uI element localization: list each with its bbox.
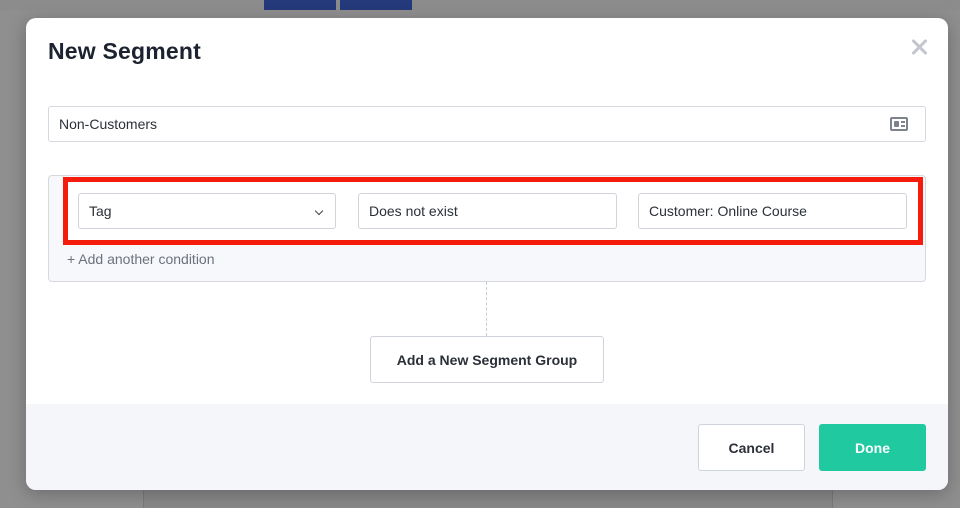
background-tab [264, 0, 336, 10]
modal-title: New Segment [48, 38, 202, 64]
condition-value-text: Customer: Online Course [649, 203, 807, 219]
background-tab [340, 0, 412, 10]
cancel-button[interactable]: Cancel [698, 424, 805, 471]
condition-field-select[interactable]: Tag [78, 193, 336, 229]
segment-name-field[interactable] [48, 106, 926, 142]
segment-group: Tag Does not exist Customer: Online Cour… [48, 175, 926, 282]
done-button[interactable]: Done [819, 424, 926, 471]
condition-operator-value: Does not exist [369, 203, 458, 219]
background-app-header [0, 0, 960, 10]
close-icon[interactable] [908, 36, 930, 58]
add-condition-link[interactable]: + Add another condition [67, 251, 215, 267]
new-segment-modal: New Segment Tag Does not exist Customer:… [26, 18, 948, 490]
condition-field-value: Tag [89, 203, 112, 219]
segment-name-input[interactable] [59, 107, 859, 141]
group-connector-line [486, 282, 487, 336]
condition-value-field[interactable]: Customer: Online Course [638, 193, 907, 229]
condition-operator-field[interactable]: Does not exist [358, 193, 617, 229]
add-segment-group-button[interactable]: Add a New Segment Group [370, 336, 604, 383]
id-card-icon[interactable] [890, 117, 908, 131]
chevron-down-icon[interactable] [314, 206, 324, 216]
modal-footer: Cancel Done [26, 404, 948, 490]
